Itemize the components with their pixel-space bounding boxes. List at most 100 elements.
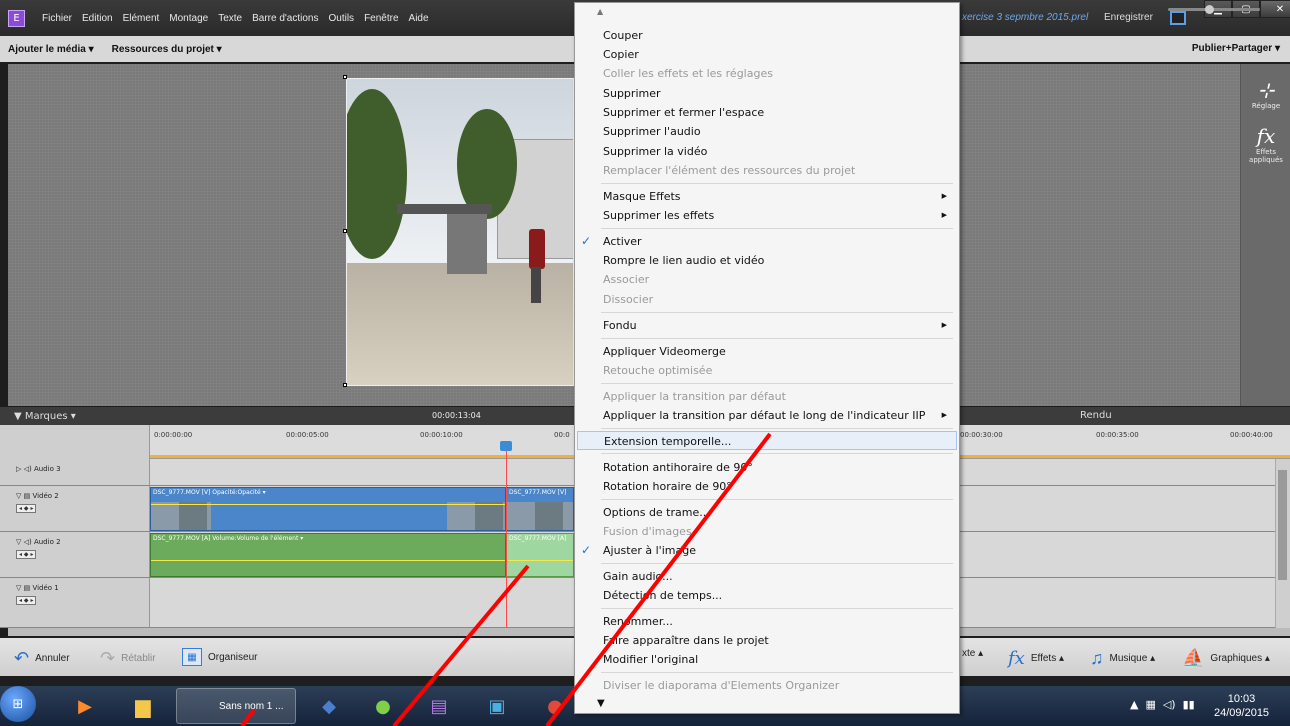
menu-item-extension-temporelle[interactable]: Extension temporelle... [577, 431, 957, 450]
volume-line[interactable] [507, 560, 573, 561]
menu-item-gain-audio[interactable]: Gain audio... [577, 567, 957, 586]
picasa-icon[interactable]: ● [364, 690, 402, 722]
right-panel: ⊹ Réglage fx Effets appliqués [1240, 64, 1290, 406]
track-name: Vidéo 2 [32, 492, 59, 500]
music-note-icon: ♫ [1090, 648, 1104, 668]
menu-item-supprimer-video[interactable]: Supprimer la vidéo [577, 142, 957, 161]
menu-item-supprimer-audio[interactable]: Supprimer l'audio [577, 122, 957, 141]
render-button[interactable]: Rendu [1080, 410, 1112, 421]
transform-handle[interactable] [343, 229, 347, 233]
menu-item-rotation-horaire[interactable]: Rotation horaire de 90° [577, 477, 957, 496]
menu-item-renommer[interactable]: Renommer... [577, 612, 957, 631]
menu-aide[interactable]: Aide [404, 13, 434, 24]
menu-item-ajuster-image[interactable]: ✓ Ajuster à l'image [577, 541, 957, 560]
applied-effects-button[interactable]: fx Effets appliqués [1241, 124, 1290, 164]
folder-icon[interactable]: ▆ [124, 690, 162, 722]
video-clip[interactable]: DSC_9777.MOV [V] [506, 487, 574, 531]
redo-label: Rétablir [121, 653, 156, 664]
menu-item-videomerge[interactable]: Appliquer Videomerge [577, 342, 957, 361]
menu-item-activer[interactable]: ✓ Activer [577, 232, 957, 251]
undo-button[interactable]: ↶ Annuler [14, 648, 70, 669]
premiere-elements-icon[interactable]: ▤ [420, 690, 458, 722]
text-label: xte ▴ [962, 648, 984, 659]
zoom-slider[interactable] [1168, 8, 1260, 11]
graphics-button[interactable]: ⛵ Graphiques ▴ [1182, 648, 1270, 669]
video-clip[interactable]: DSC_9777.MOV [V] Opacité:Opacité ▾ [150, 487, 506, 531]
video-preview[interactable] [346, 78, 574, 386]
menu-texte[interactable]: Texte [213, 13, 247, 24]
menu-outils[interactable]: Outils [324, 13, 360, 24]
opacity-line[interactable] [151, 504, 505, 505]
menu-separator [601, 672, 953, 673]
taskbar-notepad-window[interactable]: Sans nom 1 ... [176, 688, 296, 724]
organizer-button[interactable]: ▦ Organiseur [182, 648, 257, 666]
menu-separator [601, 312, 953, 313]
transform-handle[interactable] [343, 75, 347, 79]
volume-line[interactable] [151, 560, 505, 561]
menu-scroll-down-icon[interactable]: ▼ [575, 698, 959, 709]
menu-item-fondu[interactable]: Fondu ▶ [577, 316, 957, 335]
app-logo-icon[interactable]: E [8, 9, 25, 27]
add-media-button[interactable]: Ajouter le média ▾ [8, 44, 94, 55]
keyframe-controls[interactable]: ◂ ◆ ▸ [16, 504, 37, 513]
track-label: ▷ ◁) Audio 3 [0, 459, 150, 485]
transform-handle[interactable] [343, 383, 347, 387]
menu-item-masque-effets[interactable]: Masque Effets ▶ [577, 187, 957, 206]
menu-item-detection-temps[interactable]: Détection de temps... [577, 586, 957, 605]
menu-fenetre[interactable]: Fenêtre [359, 13, 403, 24]
menu-item-faire-apparaitre[interactable]: Faire apparaître dans le projet [577, 631, 957, 650]
publish-share-button[interactable]: Publier+Partager ▾ [1192, 43, 1280, 54]
menu-item-options-trame[interactable]: Options de trame... [577, 503, 957, 522]
task-label: Sans nom 1 ... [219, 700, 284, 712]
start-orb-icon[interactable]: ⊞ [0, 686, 36, 722]
audio-clip[interactable]: DSC_9777.MOV [A] Volume:Volume de l'élém… [150, 533, 506, 577]
close-icon[interactable]: ✕ [1260, 0, 1290, 18]
menu-separator [601, 383, 953, 384]
audio-clip[interactable]: DSC_9777.MOV [A] [506, 533, 574, 577]
photo-editor-icon[interactable]: ▣ [478, 690, 516, 722]
markers-dropdown[interactable]: ▼ Marques ▾ [14, 411, 76, 422]
menu-item-label: Dissocier [603, 293, 654, 306]
menu-item-label: Extension temporelle... [604, 435, 732, 448]
project-assets-button[interactable]: Ressources du projet ▾ [112, 44, 222, 55]
keyframe-controls[interactable]: ◂ ◆ ▸ [16, 596, 37, 605]
menu-item-associer: Associer [577, 270, 957, 289]
adjust-panel-button[interactable]: ⊹ Réglage [1241, 78, 1290, 110]
taskbar-clock[interactable]: 10:03 24/09/2015 [1214, 692, 1269, 720]
menu-barre-actions[interactable]: Barre d'actions [247, 13, 323, 24]
menu-item-rotation-antihoraire[interactable]: Rotation antihoraire de 90° [577, 458, 957, 477]
playhead-handle[interactable] [500, 441, 512, 451]
menu-separator [601, 228, 953, 229]
timeline-scroll-thumb[interactable] [1278, 470, 1287, 580]
menu-item-supprimer[interactable]: Supprimer [577, 84, 957, 103]
media-player-icon[interactable]: ▶ [66, 690, 104, 722]
zoom-slider-knob[interactable] [1205, 5, 1214, 14]
menu-item-label: Ajuster à l'image [603, 544, 696, 557]
menu-scroll-up-icon[interactable]: ▲ [575, 7, 959, 16]
menu-item-label: Renommer... [603, 615, 673, 628]
text-button[interactable]: xte ▴ [962, 648, 983, 659]
menu-fichier[interactable]: Fichier [37, 13, 77, 24]
menu-edition[interactable]: Edition [77, 13, 118, 24]
menu-item-couper[interactable]: Couper [577, 26, 957, 45]
effects-button[interactable]: fx Effets ▴ [1008, 648, 1064, 669]
menu-item-modifier-original[interactable]: Modifier l'original [577, 650, 957, 669]
clip-label: DSC_9777.MOV [A] [509, 535, 567, 542]
music-button[interactable]: ♫ Musique ▴ [1090, 648, 1155, 669]
menu-separator [601, 563, 953, 564]
fullscreen-icon[interactable] [1170, 11, 1186, 25]
clip-thumbnails [507, 502, 573, 530]
menu-item-transition-indicateur[interactable]: Appliquer la transition par défaut le lo… [577, 406, 957, 425]
menu-montage[interactable]: Montage [164, 13, 213, 24]
menu-item-supprimer-fermer-espace[interactable]: Supprimer et fermer l'espace [577, 103, 957, 122]
redo-button[interactable]: ↷ Rétablir [100, 648, 156, 669]
keyframe-controls[interactable]: ◂ ◆ ▸ [16, 550, 37, 559]
menu-item-copier[interactable]: Copier [577, 45, 957, 64]
chrome-icon[interactable]: ● [536, 690, 574, 722]
save-button[interactable]: Enregistrer [1104, 12, 1153, 23]
book-icon[interactable]: ◆ [310, 690, 348, 722]
preview-tree [457, 109, 517, 219]
menu-item-supprimer-effets[interactable]: Supprimer les effets ▶ [577, 206, 957, 225]
menu-item-rompre-lien[interactable]: Rompre le lien audio et vidéo [577, 251, 957, 270]
menu-element[interactable]: Elément [118, 13, 165, 24]
